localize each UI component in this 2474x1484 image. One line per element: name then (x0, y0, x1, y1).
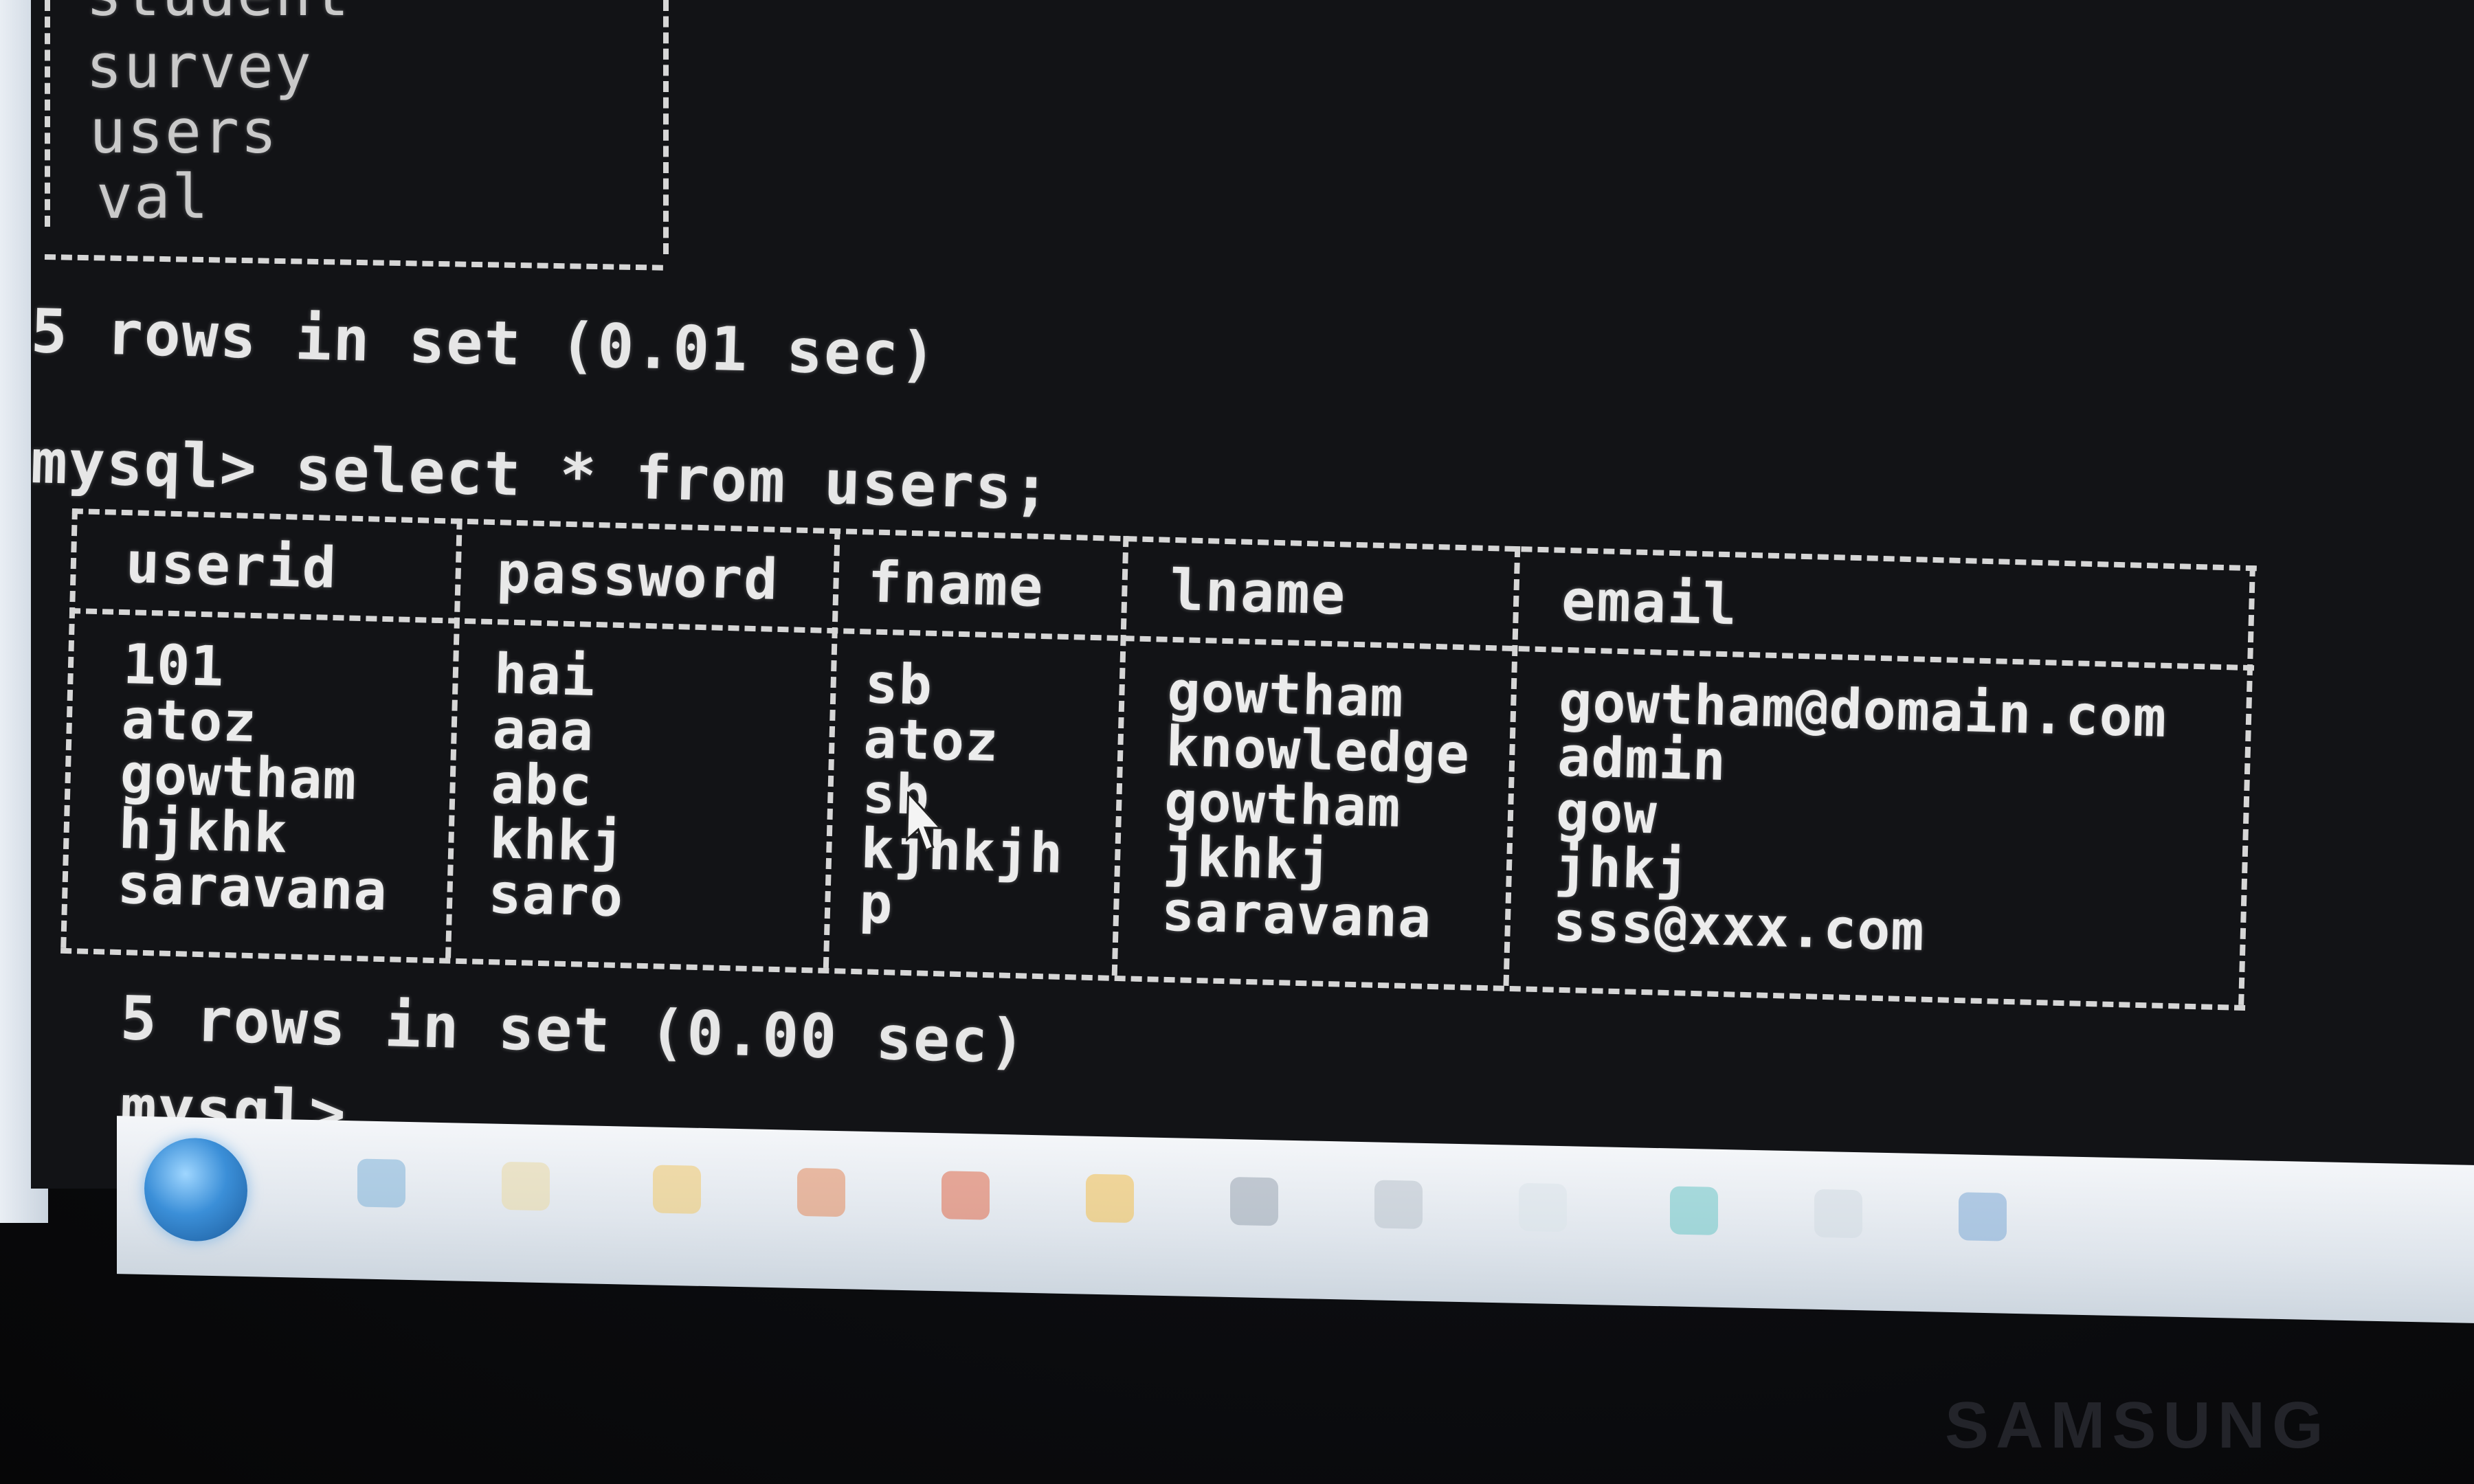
table-list-border-right (663, 0, 669, 254)
column-header-lname: lname (1169, 557, 1348, 628)
network-icon[interactable] (1230, 1177, 1278, 1226)
table-cell: saro (487, 862, 625, 930)
table-col-divider (2238, 565, 2255, 1005)
monitor-brand-logo: SAMSUNG (1945, 1389, 2330, 1462)
column-header-userid: userid (124, 530, 339, 602)
ie-icon[interactable] (357, 1158, 405, 1208)
column-header-email: email (1560, 567, 1739, 638)
table-list-border-left (45, 0, 50, 227)
column-header-password: password (495, 540, 780, 613)
table-cell: hai (493, 642, 597, 708)
mouse-cursor-icon (906, 791, 943, 852)
table-header-separator (69, 607, 2255, 671)
table-cell: gow (1554, 779, 1658, 846)
start-button[interactable] (144, 1136, 247, 1243)
table-list-item: users (89, 96, 278, 167)
firefox-icon[interactable] (941, 1171, 990, 1220)
media-icon[interactable] (653, 1165, 701, 1214)
table-cell: atoz (862, 706, 1000, 774)
table-col-divider (1503, 546, 1521, 986)
app-icon[interactable] (1086, 1173, 1134, 1224)
table-cell: saravana (1160, 879, 1433, 950)
chrome-icon[interactable] (797, 1167, 845, 1217)
command-line: mysql> select * from users; (31, 426, 1052, 524)
table-cell: sb (864, 651, 934, 717)
table-cell: 101 (122, 632, 225, 699)
skype-icon[interactable] (1519, 1182, 1567, 1233)
table-cell: saravana (116, 851, 389, 923)
table-cell: p (858, 871, 894, 936)
table-list-item: val (96, 161, 210, 232)
cmd-icon[interactable] (1670, 1186, 1718, 1235)
table-cell: khkj (489, 807, 626, 875)
table-cell: atoz (120, 687, 258, 755)
table-col-divider (823, 528, 840, 969)
tray-icon[interactable] (1959, 1192, 2007, 1241)
table-cell: abc (490, 752, 594, 818)
result-summary-1: 5 rows in set (0.01 sec) (31, 295, 939, 390)
table-list-item: student (86, 0, 350, 30)
table-cell: aaa (491, 697, 595, 763)
folder-icon[interactable] (502, 1161, 550, 1211)
table-col-divider (445, 518, 463, 958)
column-header-fname: fname (867, 550, 1045, 620)
table-list-border-bottom (44, 254, 663, 271)
mysql-console-window[interactable]: student survey users val 5 rows in set (… (31, 0, 2474, 1189)
table-col-divider (60, 508, 78, 948)
table-col-divider (1111, 536, 1129, 976)
table-border-top (71, 508, 2257, 572)
table-list-item: survey (86, 31, 313, 102)
table-cell: jhkj (1553, 834, 1691, 902)
table-cell: sss@xxx.com (1552, 889, 1926, 963)
paint-icon[interactable] (1374, 1180, 1423, 1229)
mysql-icon[interactable] (1814, 1189, 1862, 1239)
